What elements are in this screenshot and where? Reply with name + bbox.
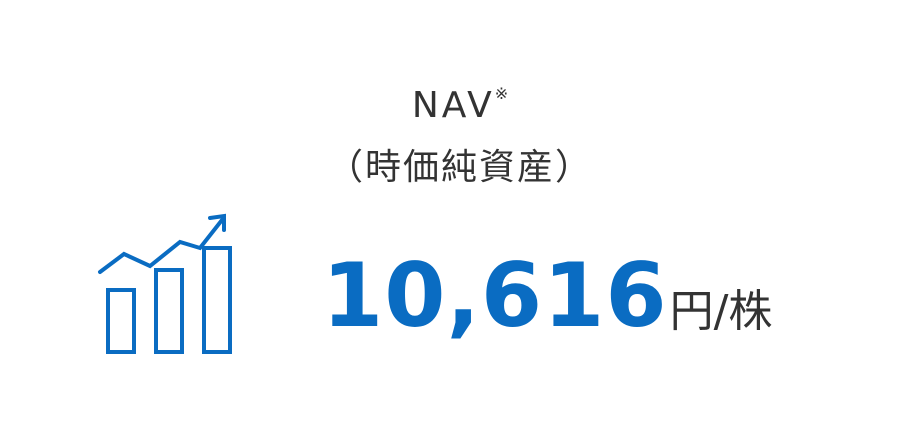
icon-bar-2 [154, 268, 184, 354]
metric-unit: 円/株 [669, 286, 773, 337]
metric-title: NAV※ [0, 84, 920, 132]
note-mark: ※ [494, 84, 509, 103]
nav-card: NAV※ （時価純資産） 10,616円/株 [0, 0, 920, 440]
bar-growth-chart-icon [98, 213, 232, 354]
metric-title-text: NAV [411, 85, 495, 126]
metric-value: 10,616 [322, 244, 668, 347]
metric-value-row: 10,616円/株 [322, 246, 772, 346]
icon-bar-1 [106, 288, 136, 354]
metric-subtitle: （時価純資産） [326, 147, 593, 188]
icon-bar-3 [202, 246, 232, 354]
